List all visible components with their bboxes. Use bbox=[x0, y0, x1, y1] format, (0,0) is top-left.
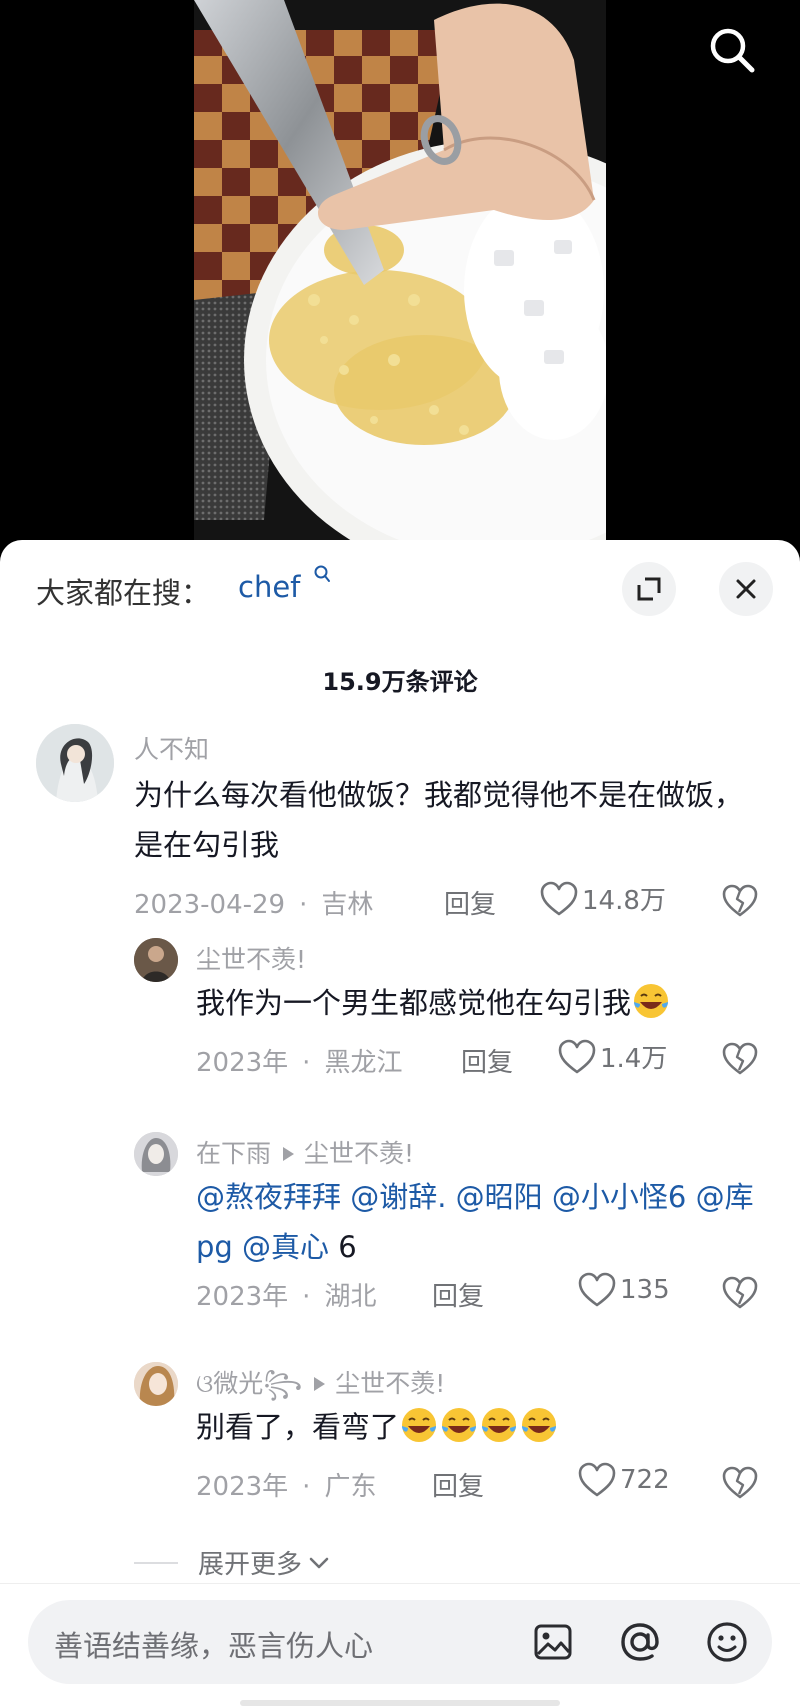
like-count: 14.8万 bbox=[582, 886, 666, 916]
video-frame bbox=[194, 0, 606, 540]
reply-author-name[interactable]: ଓ微光꧂ bbox=[196, 1369, 302, 1398]
mention-link[interactable]: @昭阳 bbox=[456, 1180, 543, 1214]
video-player[interactable] bbox=[0, 0, 800, 560]
comment-input[interactable]: 善语结善缘，恶言伤人心 bbox=[28, 1600, 772, 1684]
rofl-emoji bbox=[402, 1408, 437, 1442]
mention-link[interactable]: @小小怪6 bbox=[552, 1180, 686, 1214]
comment-input-placeholder: 善语结善缘，恶言伤人心 bbox=[54, 1629, 374, 1663]
expand-icon bbox=[637, 577, 661, 601]
broken-heart-icon[interactable] bbox=[722, 884, 758, 918]
like-count: 722 bbox=[620, 1465, 670, 1495]
rofl-emoji bbox=[522, 1408, 557, 1442]
like-button[interactable]: 722 bbox=[578, 1462, 670, 1498]
avatar-image bbox=[134, 1362, 178, 1406]
avatar[interactable] bbox=[134, 1362, 178, 1406]
reply-meta: 2023年 · 黑龙江 bbox=[196, 1048, 403, 1078]
comment-count: 15.9万条评论 bbox=[322, 668, 478, 696]
like-button[interactable]: 14.8万 bbox=[540, 880, 666, 917]
avatar[interactable] bbox=[36, 724, 114, 802]
rofl-emoji bbox=[634, 984, 669, 1018]
reply-button[interactable]: 回复 bbox=[432, 1466, 484, 1503]
rofl-emoji bbox=[482, 1408, 517, 1442]
comment-location: 吉林 bbox=[321, 890, 374, 920]
reply-location: 广东 bbox=[324, 1472, 377, 1502]
comment-input-bar: 善语结善缘，恶言伤人心 bbox=[0, 1583, 800, 1707]
heart-icon bbox=[578, 1272, 616, 1307]
search-icon[interactable] bbox=[706, 24, 758, 76]
reply-text: 别看了，看弯了 bbox=[196, 1402, 756, 1452]
mention-link[interactable]: @熬夜拜拜 bbox=[196, 1180, 341, 1214]
avatar-image bbox=[36, 724, 114, 802]
comment-text: 为什么每次看他做饭？我都觉得他不是在做饭，是在勾引我 bbox=[134, 778, 744, 862]
reply-to-arrow-icon bbox=[314, 1377, 326, 1391]
reply-date: 2023年 bbox=[196, 1282, 289, 1312]
heart-icon bbox=[578, 1462, 616, 1497]
reply-location: 湖北 bbox=[324, 1282, 377, 1312]
avatar-image bbox=[134, 938, 178, 982]
avatar-image bbox=[134, 1132, 178, 1176]
video-frame-image bbox=[194, 0, 606, 540]
like-count: 135 bbox=[620, 1275, 670, 1305]
mention-link[interactable]: @真心 bbox=[242, 1230, 329, 1264]
comment-date: 2023-04-29 bbox=[134, 890, 286, 920]
comment-panel-header: 大家都在搜： chef bbox=[0, 540, 800, 636]
heart-icon bbox=[540, 881, 578, 915]
reply-text-content: 别看了，看弯了 bbox=[196, 1410, 400, 1444]
reply-button[interactable]: 回复 bbox=[432, 1276, 484, 1313]
small-search-icon bbox=[314, 565, 330, 582]
reply-date: 2023年 bbox=[196, 1472, 289, 1502]
reply-author[interactable]: 尘世不羡! bbox=[196, 940, 306, 976]
close-button[interactable] bbox=[719, 562, 773, 616]
reply-to-name[interactable]: 尘世不羡! bbox=[335, 1369, 445, 1398]
expand-divider bbox=[134, 1561, 178, 1564]
reply-location: 黑龙江 bbox=[324, 1048, 403, 1078]
reply-meta: 2023年 · 广东 bbox=[196, 1472, 377, 1502]
expand-button[interactable] bbox=[622, 562, 676, 616]
avatar[interactable] bbox=[134, 1132, 178, 1176]
close-icon bbox=[736, 579, 756, 599]
smiley-icon[interactable] bbox=[702, 1617, 752, 1667]
reply-meta: 2023年 · 湖北 bbox=[196, 1282, 377, 1312]
reply-text: 我作为一个男生都感觉他在勾引我 bbox=[196, 978, 756, 1028]
like-count: 1.4万 bbox=[600, 1044, 668, 1074]
broken-heart-icon[interactable] bbox=[722, 1276, 758, 1310]
expand-more-replies[interactable]: 展开更多 bbox=[134, 1544, 332, 1581]
trending-search-label: 大家都在搜： bbox=[36, 576, 211, 610]
chevron-down-icon bbox=[309, 1557, 329, 1568]
image-icon[interactable] bbox=[528, 1617, 578, 1667]
like-button[interactable]: 135 bbox=[578, 1272, 670, 1308]
comment-meta: 2023-04-29 · 吉林 bbox=[134, 890, 374, 920]
reply-button[interactable]: 回复 bbox=[444, 884, 496, 921]
broken-heart-icon[interactable] bbox=[722, 1466, 758, 1500]
expand-more-label: 展开更多 bbox=[198, 1550, 303, 1580]
avatar[interactable] bbox=[134, 938, 178, 982]
broken-heart-icon[interactable] bbox=[722, 1042, 758, 1076]
reply-button[interactable]: 回复 bbox=[461, 1042, 513, 1079]
reply-to-name[interactable]: 尘世不羡! bbox=[304, 1139, 414, 1168]
reply-text-content: 我作为一个男生都感觉他在勾引我 bbox=[196, 986, 632, 1020]
mention-link[interactable]: @谢辞. bbox=[350, 1180, 446, 1214]
like-button[interactable]: 1.4万 bbox=[558, 1038, 667, 1075]
reply-date: 2023年 bbox=[196, 1048, 289, 1078]
home-indicator bbox=[240, 1700, 560, 1706]
comment-panel: 大家都在搜： chef 15.9万条评论 人不知 为什么每次看他做饭？我都觉得他… bbox=[0, 540, 800, 1707]
reply-author-name[interactable]: 在下雨 bbox=[196, 1139, 271, 1168]
comment-author[interactable]: 人不知 bbox=[134, 730, 209, 766]
trending-search-term[interactable]: chef bbox=[238, 570, 300, 604]
reply-text-suffix: 6 bbox=[338, 1230, 357, 1264]
reply-to-arrow-icon bbox=[283, 1147, 295, 1161]
at-icon[interactable] bbox=[615, 1617, 665, 1667]
heart-icon bbox=[558, 1039, 596, 1073]
reply-text: @熬夜拜拜 @谢辞. @昭阳 @小小怪6 @库pg @真心 6 bbox=[196, 1172, 776, 1272]
rofl-emoji bbox=[442, 1408, 477, 1442]
reply-author: 在下雨 尘世不羡! bbox=[196, 1134, 414, 1170]
